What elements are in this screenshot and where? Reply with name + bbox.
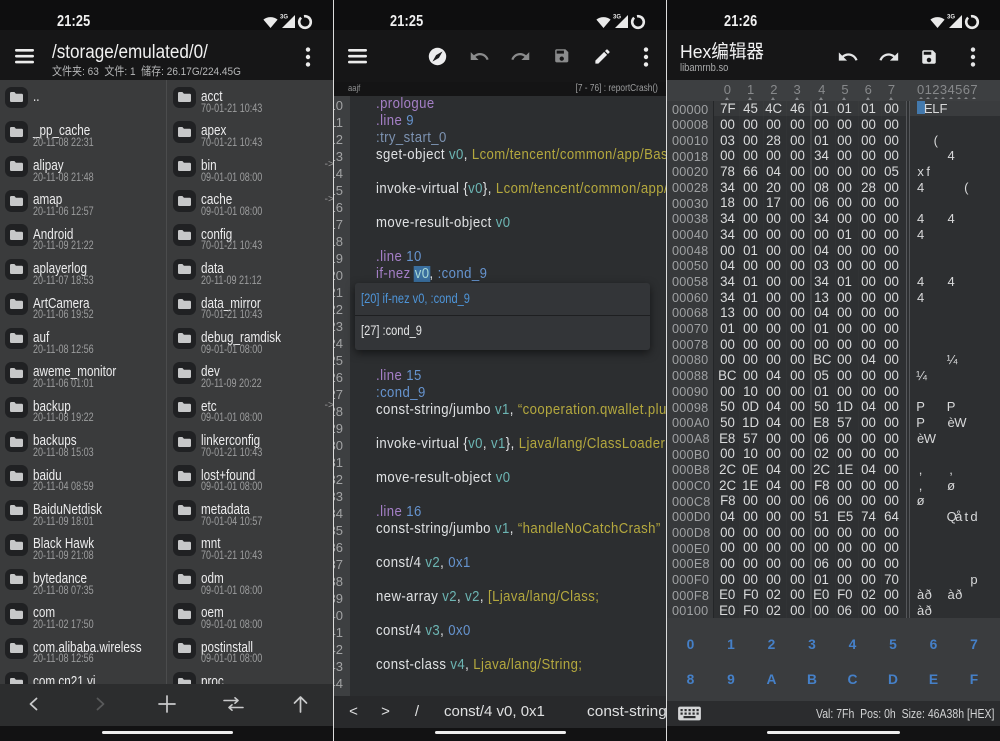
svg-text:3G: 3G	[280, 15, 288, 21]
svg-text:3G: 3G	[613, 15, 621, 21]
svg-text:3G: 3G	[947, 15, 955, 21]
